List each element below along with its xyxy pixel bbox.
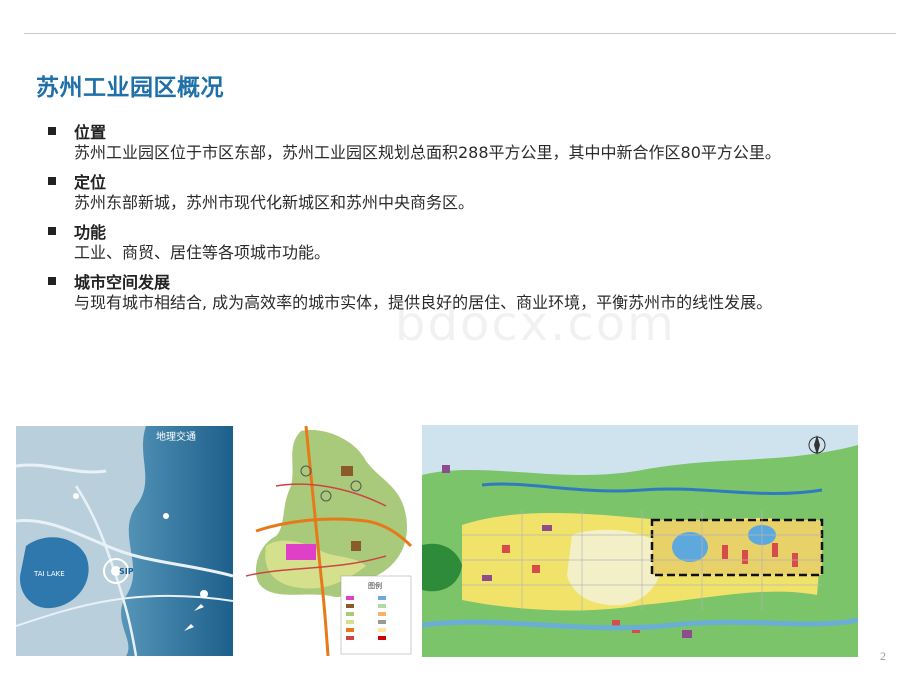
- lake-label: TAI LAKE: [33, 570, 65, 578]
- watermark: bdocx.com: [395, 296, 676, 352]
- square-bullet-icon: [48, 277, 56, 285]
- page-number: 2: [880, 649, 886, 663]
- bullet-heading: 位置: [74, 123, 107, 142]
- legend-title: 图例: [368, 581, 382, 590]
- sip-label: SIP: [119, 567, 134, 576]
- bullet-heading: 定位: [74, 173, 107, 192]
- bullet-heading: 城市空间发展: [74, 273, 171, 292]
- bullet-list: 位置 苏州工业园区位于市区东部，苏州工业园区规划总面积288平方公里，其中中新合…: [46, 120, 846, 320]
- bullet-text: 苏州东部新城，苏州市现代化新城区和苏州中央商务区。: [74, 193, 475, 212]
- bullet-text: 工业、商贸、居住等各项城市功能。: [74, 243, 331, 262]
- square-bullet-icon: [48, 127, 56, 135]
- bullet-heading: 功能: [74, 223, 107, 242]
- bullet-location: 位置 苏州工业园区位于市区东部，苏州工业园区规划总面积288平方公里，其中中新合…: [46, 120, 846, 164]
- transport-map-image: 地理交通 TAI LAKE SIP: [16, 426, 233, 656]
- top-divider: [24, 33, 896, 34]
- map-title: 地理交通: [156, 430, 196, 443]
- square-bullet-icon: [48, 177, 56, 185]
- bullet-text: 苏州工业园区位于市区东部，苏州工业园区规划总面积288平方公里，其中中新合作区8…: [74, 143, 781, 162]
- bullet-positioning: 定位 苏州东部新城，苏州市现代化新城区和苏州中央商务区。: [46, 170, 846, 214]
- slide-title: 苏州工业园区概况: [36, 75, 224, 101]
- bullet-function: 功能 工业、商贸、居住等各项城市功能。: [46, 220, 846, 264]
- land-use-map-image: [422, 425, 858, 657]
- planning-map-image: 图例: [246, 426, 414, 656]
- square-bullet-icon: [48, 227, 56, 235]
